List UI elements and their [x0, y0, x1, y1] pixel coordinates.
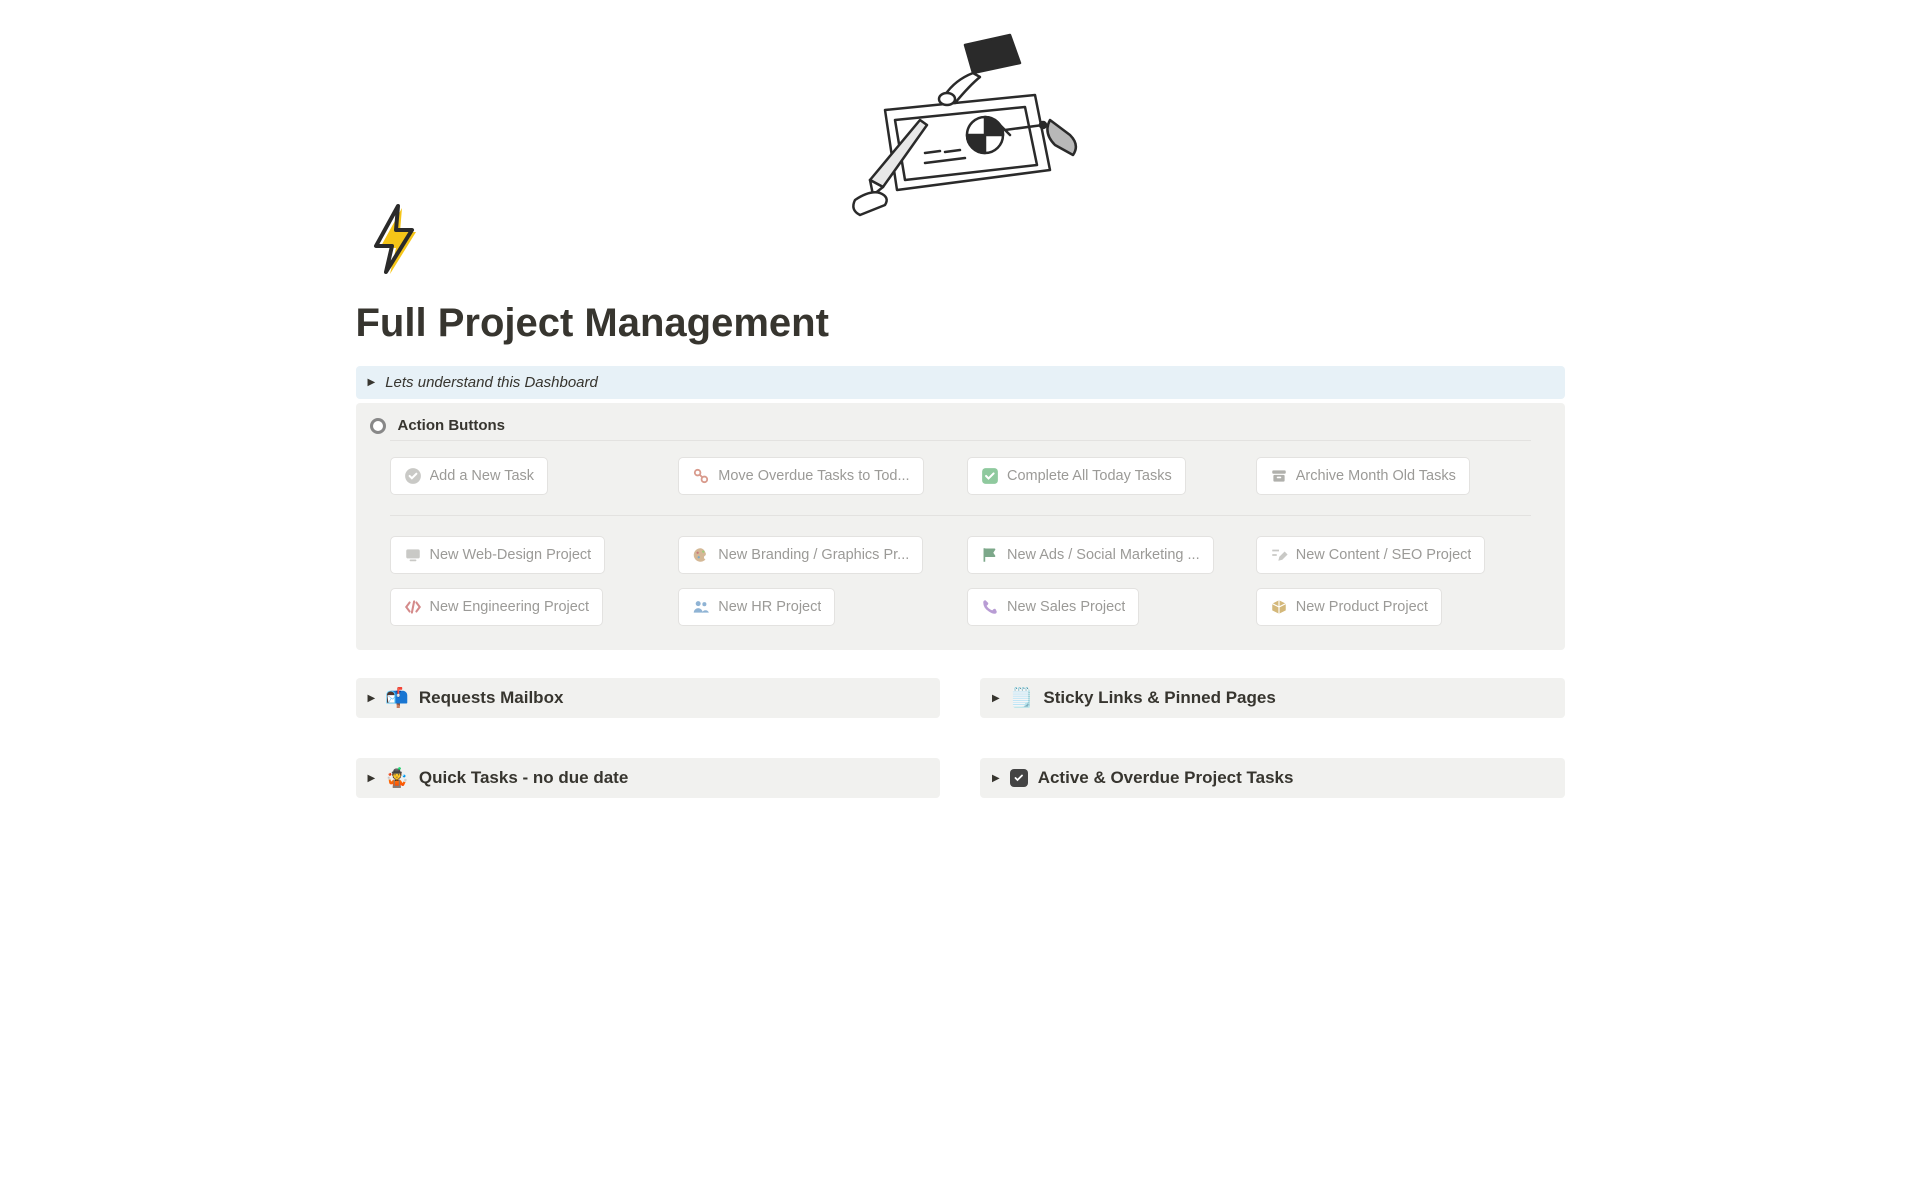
button-label: New HR Project: [718, 599, 821, 615]
add-new-task-button[interactable]: Add a New Task: [390, 457, 549, 495]
box-icon: [1270, 598, 1288, 616]
new-ads-project-button[interactable]: New Ads / Social Marketing ...: [967, 536, 1214, 574]
new-sales-project-button[interactable]: New Sales Project: [967, 588, 1139, 626]
divider: [390, 440, 1531, 441]
new-hr-project-button[interactable]: New HR Project: [678, 588, 835, 626]
code-icon: [404, 598, 422, 616]
requests-mailbox-toggle[interactable]: ▶ 📬 Requests Mailbox: [356, 678, 941, 718]
checkbox-checked-icon: [1010, 769, 1028, 787]
cover-illustration: [825, 25, 1095, 225]
button-label: New Web-Design Project: [430, 547, 592, 563]
sticky-links-toggle[interactable]: ▶ 🗒️ Sticky Links & Pinned Pages: [980, 678, 1565, 718]
new-product-project-button[interactable]: New Product Project: [1256, 588, 1442, 626]
button-label: New Ads / Social Marketing ...: [1007, 547, 1200, 563]
new-engineering-project-button[interactable]: New Engineering Project: [390, 588, 604, 626]
button-label: Add a New Task: [430, 468, 535, 484]
archive-icon: [1270, 467, 1288, 485]
section-title: Active & Overdue Project Tasks: [1038, 768, 1294, 788]
complete-all-today-button[interactable]: Complete All Today Tasks: [967, 457, 1186, 495]
new-content-seo-project-button[interactable]: New Content / SEO Project: [1256, 536, 1486, 574]
bullet-icon: [370, 418, 386, 434]
section-title: Quick Tasks - no due date: [419, 768, 628, 788]
quick-tasks-toggle[interactable]: ▶ 🤹 Quick Tasks - no due date: [356, 758, 941, 798]
action-buttons-section: Action Buttons Add a New Task Move Overd…: [356, 403, 1565, 650]
button-label: Archive Month Old Tasks: [1296, 468, 1456, 484]
juggling-icon: 🤹: [385, 766, 409, 790]
active-overdue-tasks-toggle[interactable]: ▶ Active & Overdue Project Tasks: [980, 758, 1565, 798]
toggle-arrow-icon: ▶: [368, 377, 376, 388]
button-label: New Content / SEO Project: [1296, 547, 1472, 563]
check-circle-icon: [404, 467, 422, 485]
toggle-arrow-icon: ▶: [992, 693, 1000, 704]
toggle-arrow-icon: ▶: [992, 773, 1000, 784]
action-buttons-title: Action Buttons: [398, 417, 505, 434]
page-title: Full Project Management: [356, 301, 1565, 346]
archive-month-old-button[interactable]: Archive Month Old Tasks: [1256, 457, 1470, 495]
palette-icon: [692, 546, 710, 564]
new-web-design-project-button[interactable]: New Web-Design Project: [390, 536, 606, 574]
phone-icon: [981, 598, 999, 616]
toggle-arrow-icon: ▶: [368, 773, 376, 784]
move-overdue-tasks-button[interactable]: Move Overdue Tasks to Tod...: [678, 457, 923, 495]
toggle-arrow-icon: ▶: [368, 693, 376, 704]
divider: [390, 515, 1531, 516]
checkbox-green-icon: [981, 467, 999, 485]
button-label: Complete All Today Tasks: [1007, 468, 1172, 484]
flag-icon: [981, 546, 999, 564]
notepad-icon: 🗒️: [1010, 686, 1034, 710]
mailbox-icon: 📬: [385, 686, 409, 710]
section-title: Sticky Links & Pinned Pages: [1043, 688, 1275, 708]
section-title: Requests Mailbox: [419, 688, 564, 708]
edit-list-icon: [1270, 546, 1288, 564]
new-branding-project-button[interactable]: New Branding / Graphics Pr...: [678, 536, 923, 574]
callout-understand-dashboard[interactable]: ▶ Lets understand this Dashboard: [356, 366, 1565, 399]
button-label: New Branding / Graphics Pr...: [718, 547, 909, 563]
monitor-icon: [404, 546, 422, 564]
page-icon-lightning: [356, 200, 434, 278]
people-icon: [692, 598, 710, 616]
move-icon: [692, 467, 710, 485]
button-label: New Product Project: [1296, 599, 1428, 615]
button-label: New Sales Project: [1007, 599, 1125, 615]
button-label: Move Overdue Tasks to Tod...: [718, 468, 909, 484]
hero-cover: [264, 0, 1657, 230]
callout-text: Lets understand this Dashboard: [385, 374, 598, 391]
button-label: New Engineering Project: [430, 599, 590, 615]
